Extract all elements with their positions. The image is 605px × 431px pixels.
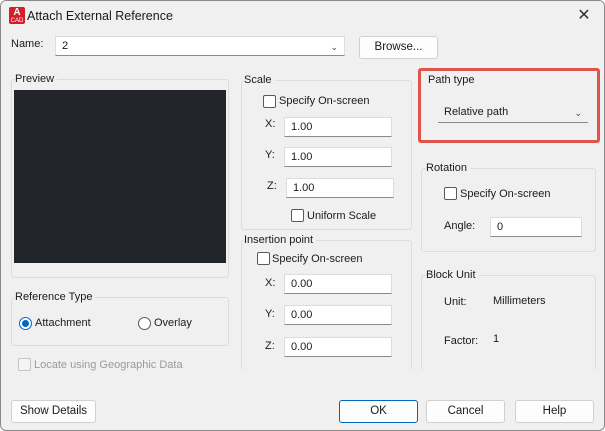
scale-specify-checkbox[interactable] bbox=[263, 95, 276, 108]
name-label: Name: bbox=[11, 38, 44, 50]
insertion-x-label: X: bbox=[265, 277, 276, 289]
ok-button[interactable]: OK bbox=[339, 400, 418, 423]
preview-canvas bbox=[14, 90, 226, 263]
app-icon-sub: CAD bbox=[10, 18, 24, 24]
rotation-specify-checkbox[interactable] bbox=[444, 187, 457, 200]
angle-input[interactable]: 0 bbox=[490, 217, 582, 237]
app-icon: A CAD bbox=[9, 7, 25, 24]
rotation-title: Rotation bbox=[426, 162, 470, 174]
uniform-scale-label: Uniform Scale bbox=[307, 210, 377, 222]
scale-x-label: X: bbox=[265, 118, 276, 130]
insertion-y-input[interactable]: 0.00 bbox=[284, 305, 392, 325]
factor-label: Factor: bbox=[444, 335, 479, 347]
title-bar[interactable]: A CAD Attach External Reference ✕ bbox=[1, 1, 604, 31]
rotation-group bbox=[421, 168, 596, 252]
unit-label: Unit: bbox=[444, 296, 467, 308]
scale-specify-label: Specify On-screen bbox=[279, 95, 370, 107]
window-title: Attach External Reference bbox=[27, 9, 173, 23]
block-unit-title: Block Unit bbox=[426, 269, 479, 281]
scale-z-input[interactable]: 1.00 bbox=[286, 178, 394, 198]
geo-data-label: Locate using Geographic Data bbox=[34, 359, 183, 371]
scale-y-input[interactable]: 1.00 bbox=[284, 147, 392, 167]
scale-y-label: Y: bbox=[265, 149, 275, 161]
highlight-box bbox=[418, 68, 600, 143]
uniform-scale-checkbox[interactable] bbox=[291, 209, 304, 222]
block-unit-group bbox=[421, 275, 596, 370]
show-details-button[interactable]: Show Details bbox=[11, 400, 96, 423]
scale-title: Scale bbox=[244, 74, 275, 86]
scale-x-input[interactable]: 1.00 bbox=[284, 117, 392, 137]
insertion-z-label: Z: bbox=[265, 340, 275, 352]
cancel-button[interactable]: Cancel bbox=[426, 400, 505, 423]
attachment-label: Attachment bbox=[35, 317, 91, 329]
overlay-radio[interactable] bbox=[138, 317, 151, 330]
name-value: 2 bbox=[62, 40, 69, 52]
help-button[interactable]: Help bbox=[515, 400, 594, 423]
insertion-specify-label: Specify On-screen bbox=[272, 253, 363, 265]
angle-label: Angle: bbox=[444, 220, 476, 232]
insertion-specify-checkbox[interactable] bbox=[257, 252, 270, 265]
overlay-label: Overlay bbox=[154, 317, 192, 329]
name-combobox[interactable]: 2 ⌄ bbox=[55, 36, 345, 56]
insertion-y-label: Y: bbox=[265, 308, 275, 320]
close-icon[interactable]: ✕ bbox=[574, 6, 594, 26]
scale-z-label: Z: bbox=[267, 180, 277, 192]
preview-title: Preview bbox=[15, 73, 58, 85]
insertion-x-input[interactable]: 0.00 bbox=[284, 274, 392, 294]
app-icon-letter: A bbox=[13, 7, 21, 18]
unit-value: Millimeters bbox=[493, 295, 546, 307]
rotation-specify-label: Specify On-screen bbox=[460, 188, 551, 200]
factor-value: 1 bbox=[493, 333, 500, 345]
insertion-z-input[interactable]: 0.00 bbox=[284, 337, 392, 357]
attach-xref-dialog: A CAD Attach External Reference ✕ Name: … bbox=[0, 0, 605, 431]
browse-button[interactable]: Browse... bbox=[359, 36, 438, 59]
attachment-radio[interactable] bbox=[19, 317, 32, 330]
insertion-title: Insertion point bbox=[244, 234, 317, 246]
geo-data-checkbox[interactable] bbox=[18, 358, 31, 371]
reference-type-title: Reference Type bbox=[15, 291, 96, 303]
chevron-down-icon: ⌄ bbox=[330, 42, 338, 52]
